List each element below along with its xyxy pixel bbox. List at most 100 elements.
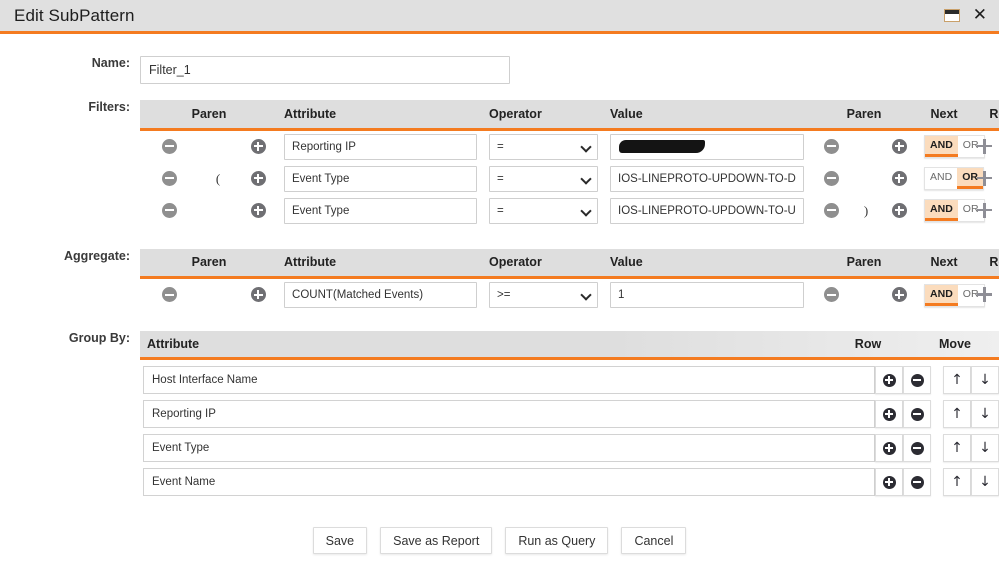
aggregate-attribute-input-0[interactable]	[284, 282, 478, 308]
chevron-down-icon	[582, 175, 590, 183]
group-by-remove-button-3[interactable]	[903, 468, 931, 496]
filters-remove-row-2[interactable]	[140, 195, 198, 227]
circle-plus-icon[interactable]	[250, 287, 266, 303]
group-by-move-up-button-1[interactable]: ↑	[943, 400, 971, 428]
aggregate-remove-paren-right-0[interactable]	[810, 278, 852, 312]
group-by-attribute-0[interactable]: Host Interface Name	[143, 366, 875, 394]
filters-next-toggle[interactable]: AND OR	[924, 135, 985, 158]
group-by-move-up-button-3[interactable]: ↑	[943, 468, 971, 496]
group-by-move-down-button-0[interactable]: ↓	[971, 366, 999, 394]
filters-value-input-2[interactable]	[610, 197, 805, 224]
filters-next-toggle[interactable]: AND OR	[924, 199, 985, 222]
filters-next-option-and[interactable]: AND	[925, 136, 958, 157]
circle-minus-icon[interactable]	[823, 202, 839, 218]
save-button[interactable]: Save	[312, 527, 368, 554]
circle-plus-icon[interactable]	[250, 138, 266, 154]
circle-plus-icon	[882, 475, 896, 489]
circle-minus-icon[interactable]	[161, 138, 177, 154]
filters-add-paren-right-2[interactable]	[880, 195, 918, 227]
filters-operator-select-1[interactable]: =	[489, 165, 599, 192]
filters-add-paren-left-2[interactable]	[238, 195, 278, 227]
filters-remove-paren-right-1[interactable]	[810, 163, 852, 195]
name-input[interactable]	[140, 56, 510, 84]
filters-next-option-and[interactable]: AND	[925, 168, 958, 189]
group-by-remove-button-2[interactable]	[903, 434, 931, 462]
filters-add-paren-left-0[interactable]	[238, 129, 278, 163]
filters-attribute-input-0[interactable]	[284, 133, 478, 160]
run-as-query-button[interactable]: Run as Query	[505, 527, 609, 554]
plus-icon[interactable]	[977, 202, 993, 218]
group-by-wrap: Attribute Row Move Host Interface Name ↑ ↓…	[140, 331, 999, 496]
filters-remove-paren-right-2[interactable]	[810, 195, 852, 227]
filters-attribute-input-2[interactable]	[284, 197, 478, 224]
group-by-move-down-button-2[interactable]: ↓	[971, 434, 999, 462]
aggregate-col-value: Value	[604, 248, 811, 279]
filters-next-option-and[interactable]: AND	[925, 200, 958, 221]
circle-plus-icon[interactable]	[891, 138, 907, 154]
circle-minus-icon[interactable]	[823, 287, 839, 303]
group-by-attribute-2[interactable]: Event Type	[143, 434, 875, 462]
filters-value-input-0[interactable]	[610, 133, 805, 160]
table-row: = ANDOR	[140, 129, 999, 163]
filters-add-paren-right-0[interactable]	[880, 129, 918, 163]
filters-paren-right-0	[852, 129, 880, 163]
circle-plus-icon[interactable]	[891, 202, 907, 218]
group-by-add-button-3[interactable]	[875, 468, 903, 496]
filters-operator-select-0[interactable]: =	[489, 133, 599, 160]
filters-paren-left-1: (	[215, 170, 221, 186]
group-by-add-button-1[interactable]	[875, 400, 903, 428]
aggregate-remove-row-0[interactable]	[140, 278, 198, 312]
group-by-move-up-button-0[interactable]: ↑	[943, 366, 971, 394]
aggregate-table-wrap: Paren Attribute Operator Value Paren Nex…	[140, 248, 999, 312]
close-icon[interactable]: ✕	[973, 7, 987, 24]
group-by-move-up-button-2[interactable]: ↑	[943, 434, 971, 462]
group-by-remove-button-1[interactable]	[903, 400, 931, 428]
filters-remove-row-0[interactable]	[140, 129, 198, 163]
group-by-attribute-1[interactable]: Reporting IP	[143, 400, 875, 428]
plus-icon[interactable]	[977, 138, 993, 154]
group-by-attribute-3[interactable]: Event Name	[143, 468, 875, 496]
group-by-add-button-2[interactable]	[875, 434, 903, 462]
aggregate-add-paren-left-0[interactable]	[238, 278, 278, 312]
list-item: Event Name ↑ ↓	[140, 468, 999, 496]
plus-icon[interactable]	[977, 170, 993, 186]
aggregate-add-paren-right-0[interactable]	[880, 278, 918, 312]
plus-icon[interactable]	[977, 287, 993, 303]
maximize-icon[interactable]	[943, 9, 960, 22]
circle-plus-icon[interactable]	[250, 170, 266, 186]
filters-remove-row-1[interactable]	[140, 163, 198, 195]
aggregate-next-option-and[interactable]: AND	[925, 284, 958, 306]
filters-attribute-input-1[interactable]	[284, 165, 478, 192]
group-by-move-down-button-3[interactable]: ↓	[971, 468, 999, 496]
aggregate-value-input-0[interactable]	[610, 282, 805, 308]
table-row: ( = ANDOR	[140, 163, 999, 195]
circle-plus-icon[interactable]	[250, 202, 266, 218]
save-as-report-button[interactable]: Save as Report	[380, 527, 493, 554]
group-by-remove-button-0[interactable]	[903, 366, 931, 394]
list-item: Reporting IP ↑ ↓	[140, 400, 999, 428]
filters-remove-paren-right-0[interactable]	[810, 129, 852, 163]
group-by-move-down-button-1[interactable]: ↓	[971, 400, 999, 428]
filters-value-input-1[interactable]	[610, 165, 805, 192]
filters-operator-select-2[interactable]: =	[489, 197, 599, 224]
aggregate-operator-select-0[interactable]: >=	[489, 282, 599, 308]
filters-add-paren-left-1[interactable]	[238, 163, 278, 195]
aggregate-next-toggle[interactable]: AND OR	[924, 283, 985, 307]
group-by-add-button-0[interactable]	[875, 366, 903, 394]
circle-minus-icon[interactable]	[823, 138, 839, 154]
name-row: Name:	[0, 56, 999, 84]
filters-add-paren-right-1[interactable]	[880, 163, 918, 195]
circle-plus-icon[interactable]	[891, 287, 907, 303]
aggregate-col-attribute: Attribute	[278, 248, 484, 279]
circle-minus-icon[interactable]	[161, 170, 177, 186]
filters-next-toggle[interactable]: AND OR	[924, 167, 984, 190]
aggregate-operator-value-0: >=	[497, 289, 511, 301]
circle-plus-icon[interactable]	[891, 170, 907, 186]
aggregate-col-paren-left: Paren	[140, 248, 279, 279]
group-by-label: Group By:	[68, 331, 130, 345]
circle-minus-icon[interactable]	[161, 287, 177, 303]
circle-minus-icon[interactable]	[823, 170, 839, 186]
cancel-button[interactable]: Cancel	[621, 527, 687, 554]
group-by-header: Attribute Row Move	[140, 331, 999, 360]
circle-minus-icon[interactable]	[161, 202, 177, 218]
